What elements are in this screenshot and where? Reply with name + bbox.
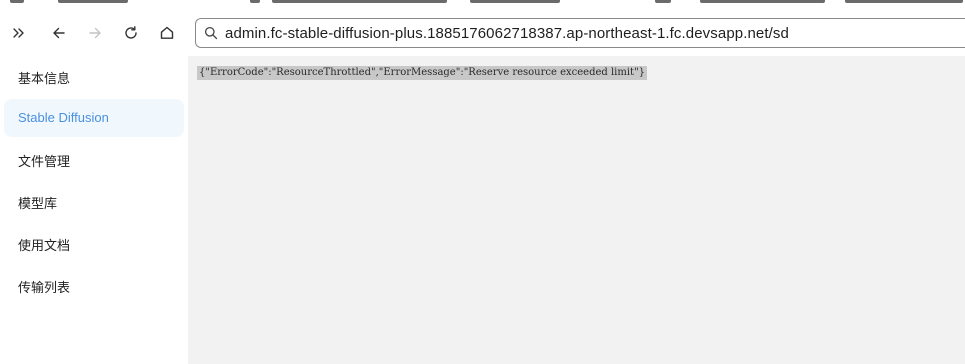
chevrons-right-icon[interactable] (6, 20, 32, 46)
sidebar-item-label: Stable Diffusion (18, 110, 109, 125)
sidebar-item-transfer-list[interactable]: 传输列表 (4, 266, 184, 304)
error-response-text: {"ErrorCode":"ResourceThrottled","ErrorM… (197, 66, 648, 80)
sidebar-item-label: 使用文档 (18, 238, 71, 253)
sidebar-item-basic-info[interactable]: 基本信息 (4, 57, 184, 95)
back-arrow-icon[interactable] (46, 20, 72, 46)
sidebar-item-label: 基本信息 (18, 71, 71, 86)
sidebar-item-file-management[interactable]: 文件管理 (4, 140, 184, 178)
address-url[interactable]: admin.fc-stable-diffusion-plus.188517606… (225, 25, 789, 42)
sidebar-item-label: 传输列表 (18, 280, 71, 295)
sidebar-item-stable-diffusion[interactable]: Stable Diffusion (4, 99, 184, 137)
forward-arrow-icon[interactable] (82, 20, 108, 46)
sidebar-item-model-library[interactable]: 模型库 (4, 182, 184, 220)
search-icon (204, 26, 218, 45)
home-icon[interactable] (154, 20, 180, 46)
browser-toolbar: admin.fc-stable-diffusion-plus.188517606… (0, 14, 965, 52)
tab-strip-remnant (0, 0, 965, 6)
address-bar[interactable]: admin.fc-stable-diffusion-plus.188517606… (195, 18, 965, 48)
app-sidebar: 基本信息 Stable Diffusion 文件管理 模型库 使用文档 传输列表 (0, 56, 188, 364)
sidebar-item-documentation[interactable]: 使用文档 (4, 224, 184, 262)
sidebar-item-label: 模型库 (18, 196, 58, 211)
sidebar-item-label: 文件管理 (18, 154, 71, 169)
reload-icon[interactable] (118, 20, 144, 46)
content-frame: {"ErrorCode":"ResourceThrottled","ErrorM… (188, 56, 965, 364)
